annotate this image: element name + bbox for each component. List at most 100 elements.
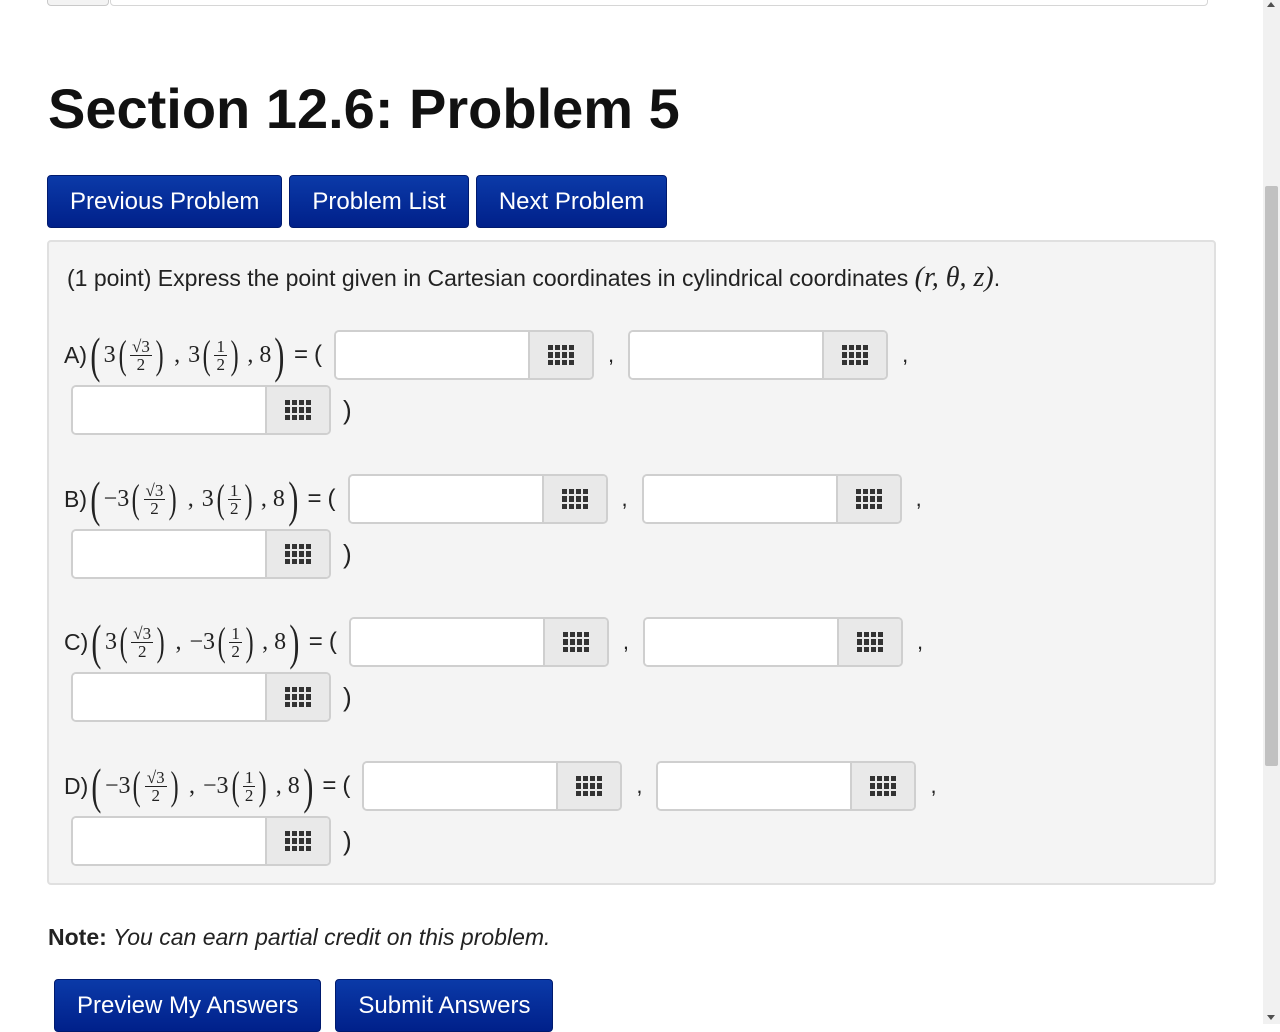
cartesian-point: ( −3 ( √3 2 ) , 3 ( 1 2 ) , 8 ) — [90, 471, 299, 527]
answer-input[interactable] — [643, 476, 836, 522]
grid-keyboard-icon — [870, 776, 897, 796]
answer-input[interactable] — [644, 619, 837, 665]
scroll-up-icon[interactable] — [1267, 2, 1275, 7]
answer-field[interactable] — [362, 761, 623, 811]
vertical-scrollbar[interactable] — [1263, 0, 1280, 1024]
answer-actions: Preview My Answers Submit Answers — [54, 979, 554, 1032]
fraction-numerator: 1 — [214, 336, 227, 356]
equals-sign: = — [308, 628, 323, 655]
cartesian-point: ( 3 ( √3 2 ) , 3 ( 1 2 ) , 8 ) — [90, 327, 285, 383]
answer-field[interactable] — [628, 330, 889, 380]
comma: , — [621, 486, 628, 511]
answer-input[interactable] — [335, 332, 528, 378]
submit-answers-button[interactable]: Submit Answers — [335, 979, 554, 1032]
fraction-denominator: 2 — [150, 498, 159, 518]
fraction-denominator: 2 — [151, 785, 160, 805]
fraction-numerator: √3 — [131, 623, 154, 643]
grid-keyboard-icon — [285, 687, 311, 707]
answer-input[interactable] — [73, 674, 265, 720]
comma: , — [930, 773, 937, 798]
comma: , — [636, 773, 643, 798]
fraction-denominator: 2 — [137, 641, 147, 661]
answer-input[interactable] — [73, 531, 265, 577]
open-paren: ( — [327, 485, 336, 512]
answer-field[interactable] — [656, 761, 917, 811]
problem-coords: (r, θ, z) — [914, 262, 994, 293]
math-keyboard-button[interactable] — [822, 332, 887, 378]
grid-keyboard-icon — [285, 544, 311, 564]
problem-part-c-z-row: ) — [71, 672, 352, 722]
answer-field[interactable] — [348, 617, 609, 667]
answer-input[interactable] — [630, 332, 823, 378]
fraction: 1 2 — [242, 769, 256, 805]
part-label: D) — [64, 772, 89, 799]
open-paren: ( — [313, 341, 322, 368]
math-keyboard-button[interactable] — [265, 531, 329, 577]
math-keyboard-button[interactable] — [542, 619, 607, 665]
preview-answers-button[interactable]: Preview My Answers — [54, 979, 322, 1032]
partial-credit-note: Note: You can earn partial credit on thi… — [48, 924, 550, 951]
problem-part-a: A) ( 3 ( √3 2 ) , 3 ( 1 2 ) , 8 ) = (, … — [64, 330, 1214, 380]
grid-keyboard-icon — [561, 489, 588, 509]
answer-input[interactable] — [349, 476, 542, 522]
math-keyboard-button[interactable] — [556, 763, 621, 809]
answer-field[interactable] — [71, 385, 331, 435]
answer-field[interactable] — [71, 672, 331, 722]
part-label: C) — [64, 628, 89, 655]
equals-sign: = — [307, 485, 322, 512]
cartesian-point: ( −3 ( √3 2 ) , −3 ( 1 2 ) , 8 ) — [91, 758, 314, 814]
close-paren: ) — [343, 394, 352, 425]
problem-list-button[interactable]: Problem List — [289, 175, 469, 228]
math-keyboard-button[interactable] — [265, 387, 329, 433]
answer-field[interactable] — [347, 474, 608, 524]
answer-field[interactable] — [71, 816, 331, 866]
answer-input[interactable] — [73, 387, 265, 433]
fraction-denominator: 2 — [230, 498, 239, 518]
problem-part-c: C) ( 3 ( √3 2 ) , −3 ( 1 2 ) , 8 ) = (,… — [64, 617, 1214, 667]
grid-keyboard-icon — [285, 831, 311, 851]
answer-field[interactable] — [641, 474, 902, 524]
grid-keyboard-icon — [576, 776, 603, 796]
previous-problem-button[interactable]: Previous Problem — [47, 175, 283, 228]
fraction-numerator: 1 — [228, 480, 241, 500]
fraction-denominator: 2 — [231, 641, 240, 661]
math-keyboard-button[interactable] — [850, 763, 915, 809]
scroll-down-icon[interactable] — [1267, 1015, 1275, 1020]
next-problem-button[interactable]: Next Problem — [475, 175, 668, 228]
comma: , — [915, 486, 922, 511]
answer-field[interactable] — [333, 330, 594, 380]
grid-keyboard-icon — [856, 632, 883, 652]
problem-part-d-z-row: ) — [71, 816, 352, 866]
math-keyboard-button[interactable] — [541, 476, 606, 522]
answer-input[interactable] — [73, 818, 265, 864]
grid-keyboard-icon — [855, 489, 882, 509]
note-text: You can earn partial credit on this prob… — [113, 924, 551, 950]
answer-field[interactable] — [642, 617, 903, 667]
top-input-remnant — [110, 0, 1208, 6]
answer-field[interactable] — [71, 529, 331, 579]
problem-part-b: B) ( −3 ( √3 2 ) , 3 ( 1 2 ) , 8 ) = (,… — [64, 474, 1214, 524]
math-keyboard-button[interactable] — [265, 818, 329, 864]
scrollbar-thumb[interactable] — [1265, 186, 1278, 766]
comma: , — [902, 342, 909, 367]
comma: , — [622, 629, 629, 654]
fraction: √3 2 — [143, 480, 166, 518]
math-keyboard-button[interactable] — [836, 619, 901, 665]
math-keyboard-button[interactable] — [265, 674, 329, 720]
grid-keyboard-icon — [285, 400, 311, 420]
problem-period: . — [993, 265, 1001, 291]
fraction: √3 2 — [129, 338, 152, 373]
page-title: Section 12.6: Problem 5 — [48, 77, 680, 140]
cartesian-point: ( 3 ( √3 2 ) , −3 ( 1 2 ) , 8 ) — [91, 614, 300, 670]
grid-keyboard-icon — [842, 345, 869, 365]
fraction-numerator: √3 — [143, 480, 166, 500]
top-button-remnant — [47, 0, 109, 6]
answer-input[interactable] — [658, 763, 851, 809]
answer-input[interactable] — [350, 619, 543, 665]
fraction: 1 2 — [228, 482, 241, 517]
grid-keyboard-icon — [547, 345, 574, 365]
math-keyboard-button[interactable] — [835, 476, 900, 522]
answer-input[interactable] — [364, 763, 557, 809]
fraction-denominator: 2 — [244, 785, 254, 805]
math-keyboard-button[interactable] — [527, 332, 592, 378]
